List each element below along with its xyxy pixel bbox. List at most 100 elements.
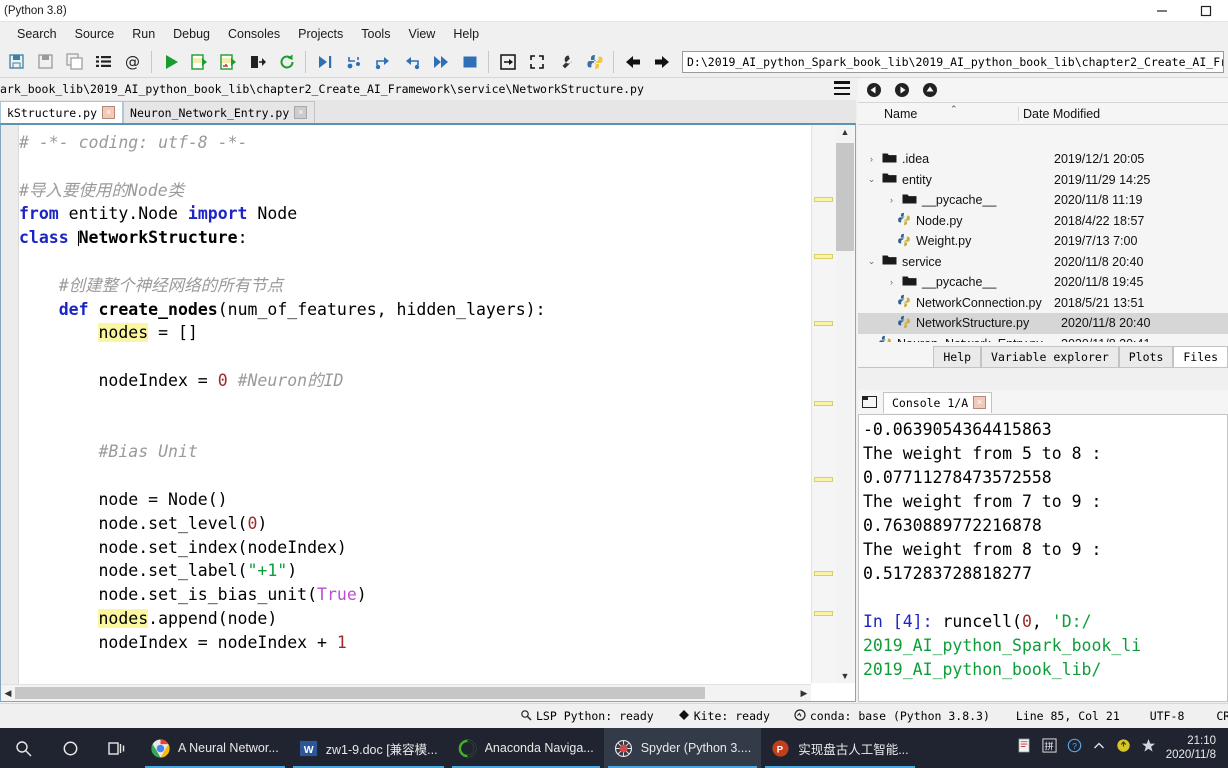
preferences-icon[interactable] xyxy=(551,48,580,76)
tab-console-1a[interactable]: Console 1/A × xyxy=(883,391,993,413)
console-prompt-line: In [4]: runcell(0, 'D:/ xyxy=(863,612,1092,631)
file-row-entity[interactable]: ⌄ entity 2019/11/29 14:25 xyxy=(858,170,1228,191)
menu-item-projects[interactable]: Projects xyxy=(289,25,352,43)
task-view-icon[interactable] xyxy=(94,728,141,768)
new-file-icon[interactable] xyxy=(2,48,31,76)
maximize-pane-icon[interactable] xyxy=(522,48,551,76)
editor-horizontal-scrollbar[interactable]: ◀ ▶ xyxy=(1,684,811,701)
file-tree[interactable]: › .idea 2019/12/1 20:05 ⌄ entity 2019/11… xyxy=(858,149,1228,342)
editor-code-area[interactable]: # -*- coding: utf-8 -*- #导入要使用的Node类 fro… xyxy=(19,131,811,683)
console-output[interactable]: -0.0639054364415863 The weight from 5 to… xyxy=(858,414,1228,702)
close-icon[interactable]: × xyxy=(102,106,116,119)
rerun-icon[interactable] xyxy=(272,48,301,76)
file-row-networkstructure-py[interactable]: NetworkStructure.py 2020/11/8 20:40 xyxy=(858,313,1228,334)
back-icon[interactable] xyxy=(866,82,882,98)
editor-hscrollbar-thumb[interactable] xyxy=(15,687,705,699)
tab-help[interactable]: Help xyxy=(933,346,982,367)
back-arrow-icon[interactable] xyxy=(618,48,647,76)
ime-pinyin-icon[interactable]: 拼 xyxy=(1042,738,1057,758)
chevron-down-icon[interactable]: ⌄ xyxy=(866,174,877,185)
tab-plots[interactable]: Plots xyxy=(1118,346,1174,367)
tab-files[interactable]: Files xyxy=(1173,346,1228,367)
taskbar-app-word[interactable]: W zw1-9.doc [兼容模... xyxy=(289,728,448,768)
scroll-left-icon[interactable]: ◀ xyxy=(1,685,15,701)
file-row-pycache-service[interactable]: › __pycache__ 2020/11/8 19:45 xyxy=(858,272,1228,293)
menu-item-run[interactable]: Run xyxy=(123,25,164,43)
step-into-icon[interactable] xyxy=(339,48,368,76)
menu-item-view[interactable]: View xyxy=(399,25,444,43)
taskbar-app-anaconda[interactable]: Anaconda Naviga... xyxy=(448,728,604,768)
debug-file-icon[interactable] xyxy=(310,48,339,76)
pythonpath-icon[interactable] xyxy=(580,48,609,76)
column-header-name[interactable]: Name ⌃ xyxy=(858,104,1018,121)
cortana-icon[interactable] xyxy=(47,728,94,768)
console-sep: , xyxy=(1031,612,1052,631)
close-icon[interactable]: × xyxy=(294,106,308,119)
chevron-right-icon[interactable]: › xyxy=(886,277,897,287)
file-row-weight-py[interactable]: Weight.py 2019/7/13 7:00 xyxy=(858,231,1228,252)
file-name: NetworkConnection.py xyxy=(916,295,1042,310)
taskbar-app-spyder[interactable]: Spyder (Python 3.... xyxy=(603,728,762,768)
help-icon[interactable]: ? xyxy=(1067,738,1082,758)
scroll-down-icon[interactable]: ▼ xyxy=(836,669,854,683)
clock[interactable]: 21:10 2020/11/8 xyxy=(1166,734,1222,762)
file-list-icon[interactable] xyxy=(89,48,118,76)
file-date: 2019/11/29 14:25 xyxy=(1054,172,1151,187)
parent-directory-icon[interactable] xyxy=(922,82,938,98)
save-all-icon[interactable] xyxy=(60,48,89,76)
step-return-icon[interactable] xyxy=(397,48,426,76)
minimize-button[interactable] xyxy=(1140,0,1184,22)
column-header-date[interactable]: Date Modified xyxy=(1018,106,1228,121)
code-editor[interactable]: # -*- coding: utf-8 -*- #导入要使用的Node类 fro… xyxy=(0,123,856,702)
working-directory-path[interactable]: D:\2019_AI_python_Spark_book_lib\2019_AI… xyxy=(682,50,1224,73)
find-in-files-icon[interactable]: @ xyxy=(118,48,147,76)
cursor-position-label: Line 85, Col 21 xyxy=(1015,709,1120,723)
update-icon[interactable] xyxy=(1116,738,1131,758)
file-row-service[interactable]: ⌄ service 2020/11/8 20:40 xyxy=(858,252,1228,273)
undock-pane-icon[interactable] xyxy=(862,396,877,408)
chevron-right-icon[interactable]: › xyxy=(886,195,897,205)
menu-item-help[interactable]: Help xyxy=(444,25,488,43)
folder-icon xyxy=(882,172,897,187)
maximize-button[interactable] xyxy=(1184,0,1228,22)
stop-debug-icon[interactable] xyxy=(455,48,484,76)
start-button[interactable] xyxy=(0,728,47,768)
run-settings-icon[interactable] xyxy=(493,48,522,76)
run-selection-icon[interactable] xyxy=(243,48,272,76)
close-icon[interactable]: × xyxy=(973,396,987,409)
taskbar-app-powerpoint[interactable]: P 实现盘古人工智能... xyxy=(761,728,918,768)
file-row-idea[interactable]: › .idea 2019/12/1 20:05 xyxy=(858,149,1228,170)
tab-variable-explorer[interactable]: Variable explorer xyxy=(981,346,1119,367)
taskbar-app-chrome[interactable]: A Neural Networ... xyxy=(141,728,289,768)
menu-item-consoles[interactable]: Consoles xyxy=(219,25,289,43)
forward-icon[interactable] xyxy=(894,82,910,98)
continue-icon[interactable] xyxy=(426,48,455,76)
scroll-up-icon[interactable]: ▲ xyxy=(836,125,854,139)
file-row-neuron-network-entry-py[interactable]: Neuron_Network_Entry.py 2020/11/8 20:41 xyxy=(858,334,1228,342)
scroll-right-icon[interactable]: ▶ xyxy=(797,685,811,701)
file-row-node-py[interactable]: Node.py 2018/4/22 18:57 xyxy=(858,211,1228,232)
editor-scroll-area: ▲ ▼ xyxy=(811,125,855,683)
chevron-down-icon[interactable]: ⌄ xyxy=(866,256,877,267)
menu-item-source[interactable]: Source xyxy=(66,25,124,43)
save-file-icon[interactable] xyxy=(31,48,60,76)
chevron-up-icon[interactable] xyxy=(1092,739,1106,758)
tab-neuron-network-entry[interactable]: Neuron_Network_Entry.py × xyxy=(123,101,316,123)
editor-options-icon[interactable] xyxy=(834,81,850,95)
svg-text:P: P xyxy=(777,744,784,755)
run-file-icon[interactable] xyxy=(156,48,185,76)
chevron-right-icon[interactable]: › xyxy=(866,154,877,164)
run-cell-advance-icon[interactable] xyxy=(214,48,243,76)
forward-arrow-icon[interactable] xyxy=(647,48,676,76)
tab-networkstructure[interactable]: kStructure.py × xyxy=(0,101,124,123)
menu-item-tools[interactable]: Tools xyxy=(352,25,399,43)
editor-scrollbar-thumb[interactable] xyxy=(836,143,854,251)
notepad-icon[interactable] xyxy=(1017,738,1032,758)
file-row-networkconnection-py[interactable]: NetworkConnection.py 2018/5/21 13:51 xyxy=(858,293,1228,314)
file-row-pycache-entity[interactable]: › __pycache__ 2020/11/8 11:19 xyxy=(858,190,1228,211)
notification-icon[interactable] xyxy=(1141,738,1156,758)
menu-item-search[interactable]: Search xyxy=(8,25,66,43)
menu-item-debug[interactable]: Debug xyxy=(164,25,219,43)
step-over-icon[interactable] xyxy=(368,48,397,76)
run-cell-icon[interactable] xyxy=(185,48,214,76)
